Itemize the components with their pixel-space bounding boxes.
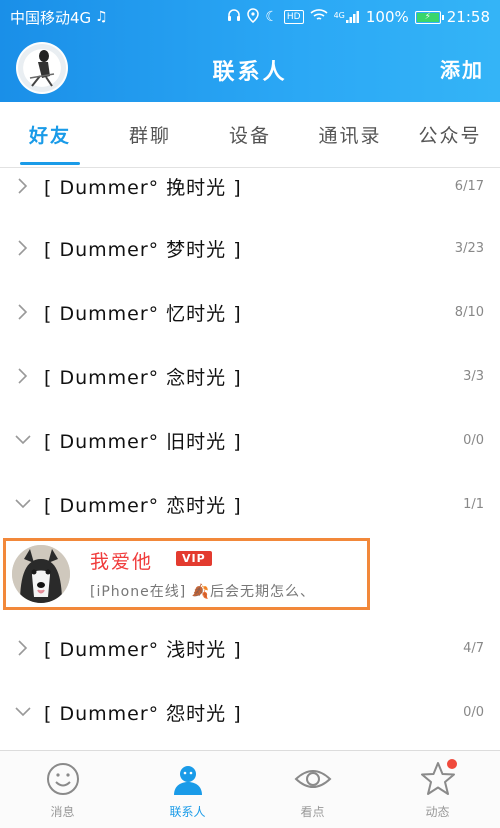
- contact-person-icon: [168, 759, 208, 799]
- friend-avatar[interactable]: [12, 545, 70, 603]
- music-note-icon: ♫: [95, 9, 108, 25]
- nav-highlights[interactable]: 看点: [250, 751, 375, 828]
- group-name: [ Dummer° 念时光 ]: [44, 366, 242, 389]
- group-name: [ Dummer° 浅时光 ]: [44, 638, 242, 661]
- group-row[interactable]: [ Dummer° 浅时光 ] 4/7: [0, 616, 500, 680]
- tab-address-book[interactable]: 通讯录: [300, 102, 400, 167]
- group-name: [ Dummer° 挽时光 ]: [44, 176, 242, 199]
- nav-label: 联系人: [169, 805, 206, 819]
- group-count: 3/3: [463, 368, 484, 384]
- tab-devices[interactable]: 设备: [200, 102, 300, 167]
- group-count: 4/7: [463, 640, 484, 656]
- chevron-right-icon: [14, 177, 32, 195]
- network-label: 4G: [333, 11, 345, 20]
- friend-group-list[interactable]: [ Dummer° 挽时光 ] 6/17 [ Dummer° 梦时光 ] 3/2…: [0, 168, 500, 750]
- page-title: 联系人: [212, 60, 288, 85]
- group-name: [ Dummer° 梦时光 ]: [44, 238, 242, 261]
- nav-label: 看点: [300, 805, 325, 819]
- battery-icon: ⚡: [414, 10, 444, 24]
- group-count: 0/0: [463, 704, 484, 720]
- group-name: [ Dummer° 旧时光 ]: [44, 430, 242, 453]
- group-count: 0/0: [463, 432, 484, 448]
- group-row[interactable]: [ Dummer° 忆时光 ] 8/10: [0, 280, 500, 344]
- nav-messages[interactable]: 消息: [0, 751, 125, 828]
- nav-label: 消息: [50, 805, 75, 819]
- chevron-right-icon: [14, 303, 32, 321]
- group-row[interactable]: [ Dummer° 旧时光 ] 0/0: [0, 408, 500, 472]
- eye-icon: [293, 759, 333, 799]
- chevron-right-icon: [14, 639, 32, 657]
- vip-badge: VIP: [176, 551, 212, 566]
- bottom-nav: 消息 联系人 看点 动态: [0, 750, 500, 828]
- nav-feed[interactable]: 动态: [375, 751, 500, 828]
- group-count: 8/10: [454, 304, 484, 320]
- nav-contacts[interactable]: 联系人: [125, 751, 250, 828]
- smile-face-icon: [43, 759, 83, 799]
- title-bar: 联系人 添加: [0, 34, 500, 102]
- wifi-icon: [310, 8, 328, 26]
- group-row[interactable]: [ Dummer° 恋时光 ] 1/1: [0, 472, 500, 536]
- chevron-right-icon: [14, 367, 32, 385]
- group-row[interactable]: [ Dummer° 怨时光 ] 0/0: [0, 680, 500, 744]
- group-count: 6/17: [454, 178, 484, 194]
- group-count: 3/23: [454, 240, 484, 256]
- location-icon: [247, 7, 260, 27]
- moon-icon: ☾: [265, 9, 278, 25]
- tab-groups[interactable]: 群聊: [100, 102, 200, 167]
- group-name: [ Dummer° 忆时光 ]: [44, 302, 242, 325]
- group-row[interactable]: [ Dummer° 念时光 ] 3/3: [0, 344, 500, 408]
- group-count: 1/1: [463, 496, 484, 512]
- tab-official-accounts[interactable]: 公众号: [400, 102, 500, 167]
- nav-label: 动态: [425, 805, 450, 819]
- hd-badge: HD: [283, 10, 304, 24]
- friend-row[interactable]: 我爱他 VIP [iPhone在线] 🍂后会无期怎么、: [3, 538, 370, 610]
- battery-percent: 100%: [365, 8, 409, 26]
- carrier-label: 中国移动4G: [10, 8, 92, 27]
- friend-name: 我爱他: [90, 551, 154, 573]
- signal-icon: 4G: [334, 11, 360, 23]
- add-button[interactable]: 添加: [440, 54, 484, 83]
- chevron-right-icon: [14, 239, 32, 257]
- contact-tabs: 好友 群聊 设备 通讯录 公众号: [0, 102, 500, 168]
- group-row[interactable]: [ Dummer° 梦时光 ] 3/23: [0, 216, 500, 280]
- chevron-down-icon: [14, 703, 32, 721]
- group-name: [ Dummer° 怨时光 ]: [44, 702, 242, 725]
- status-bar: 中国移动4G ♫ ☾ HD 4G 100% ⚡ 21:58: [0, 0, 500, 34]
- headphones-icon: [227, 8, 241, 26]
- chevron-down-icon: [14, 495, 32, 513]
- notification-dot: [447, 759, 457, 769]
- friend-status: [iPhone在线] 🍂后会无期怎么、: [90, 584, 316, 600]
- group-row[interactable]: [ Dummer° 挽时光 ] 6/17: [0, 168, 500, 218]
- chevron-down-icon: [14, 431, 32, 449]
- group-name: [ Dummer° 恋时光 ]: [44, 494, 242, 517]
- tab-friends[interactable]: 好友: [0, 102, 100, 167]
- clock: 21:58: [446, 8, 490, 26]
